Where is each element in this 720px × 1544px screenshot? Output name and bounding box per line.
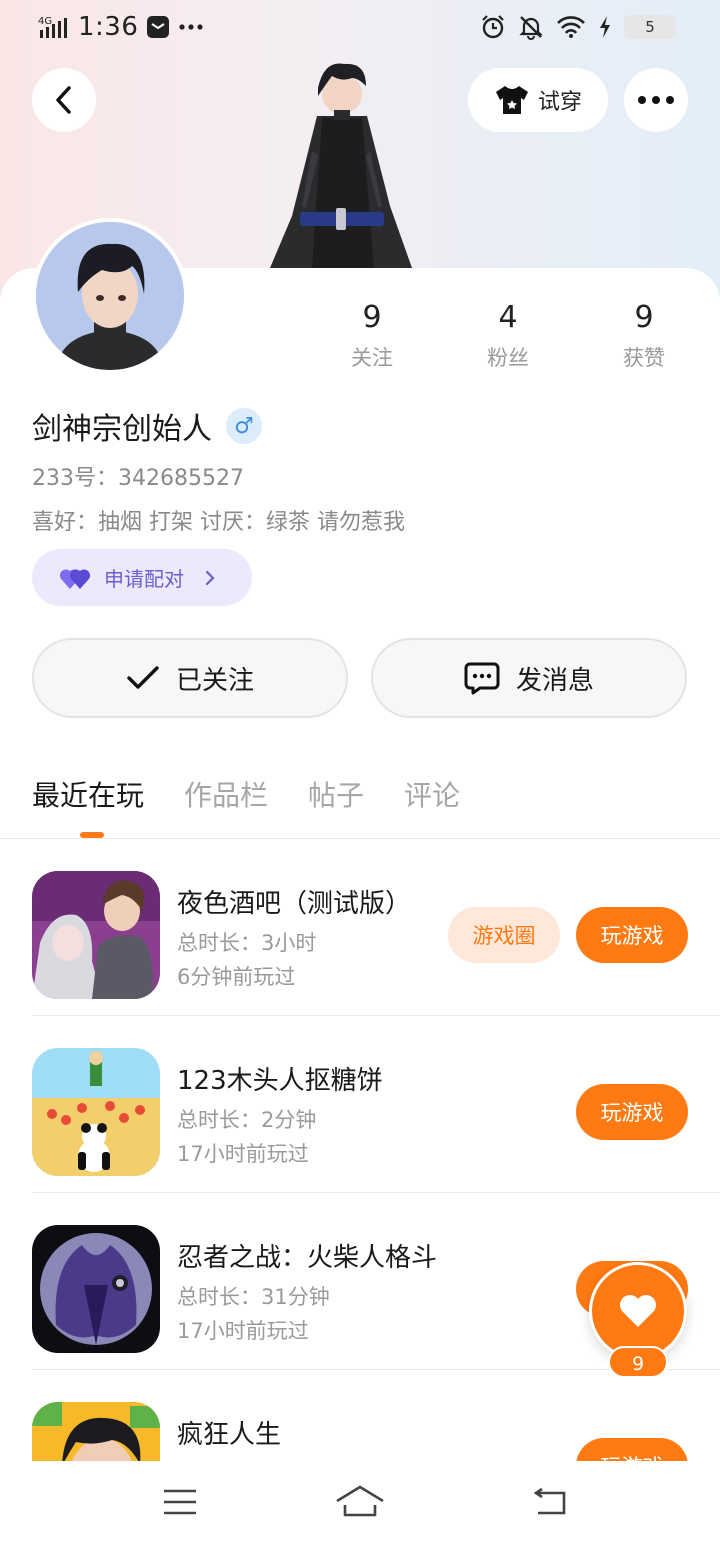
battery-indicator: 5 <box>624 15 676 39</box>
try-on-label: 试穿 <box>537 90 582 115</box>
game-title: 123木头人抠糖饼 <box>177 1066 383 1096</box>
play-game-button[interactable]: 玩游戏 <box>576 1438 688 1461</box>
game-duration: 总时长：31分钟 <box>177 1285 330 1309</box>
stat-value: 9 <box>634 300 654 335</box>
home-nav-button[interactable] <box>330 1479 390 1525</box>
back-button[interactable] <box>32 68 96 132</box>
game-row[interactable]: 夜色酒吧（测试版） 总时长：3小时 6分钟前玩过 游戏圈 玩游戏 <box>0 839 720 1016</box>
game-icon <box>32 1225 160 1353</box>
bell-off-icon <box>519 16 543 40</box>
stat-label: 获赞 <box>623 346 665 370</box>
game-circle-button[interactable]: 游戏圈 <box>448 907 560 963</box>
try-on-button[interactable]: 试穿 <box>468 68 608 132</box>
play-game-button[interactable]: 玩游戏 <box>576 1084 688 1140</box>
tab-comments[interactable]: 评论 <box>404 772 460 820</box>
game-title: 夜色酒吧（测试版） <box>177 889 412 919</box>
hobbies-text: 喜好：抽烟 打架 讨厌：绿茶 请勿惹我 <box>32 510 405 535</box>
username: 剑神宗创始人 <box>32 412 212 447</box>
male-gender-icon: ♂ <box>226 408 262 444</box>
game-icon <box>32 1402 160 1461</box>
send-message-label: 发消息 <box>515 665 594 696</box>
user-id: 233号：342685527 <box>32 466 244 491</box>
like-count-badge: 9 <box>608 1346 668 1378</box>
system-navigation-bar <box>0 1461 720 1544</box>
heart-icon <box>620 1295 656 1327</box>
tshirt-icon <box>495 86 528 114</box>
home-icon <box>336 1485 384 1517</box>
return-nav-button[interactable] <box>520 1479 580 1525</box>
followed-label: 已关注 <box>175 665 254 696</box>
menu-nav-button[interactable] <box>150 1479 210 1525</box>
profile-tabs: 最近在玩 作品栏 帖子 评论 <box>32 772 460 838</box>
play-game-button[interactable]: 玩游戏 <box>576 907 688 963</box>
stat-label: 关注 <box>351 346 393 370</box>
tab-recently-played[interactable]: 最近在玩 <box>32 772 144 820</box>
alarm-icon <box>482 15 504 39</box>
more-dots-icon <box>638 96 674 104</box>
game-icon <box>32 871 160 999</box>
game-last-played: 17小时前玩过 <box>177 1319 309 1343</box>
tab-posts[interactable]: 帖子 <box>308 772 364 820</box>
signal-icon: 4G <box>38 16 67 38</box>
avatar-full-body-figure <box>270 63 412 268</box>
game-last-played: 17小时前玩过 <box>177 1142 309 1166</box>
charging-icon <box>600 16 610 38</box>
game-title: 疯狂人生 <box>177 1420 282 1450</box>
chevron-right-icon <box>205 570 215 585</box>
request-pair-button[interactable]: 申请配对 <box>32 549 252 606</box>
stat-likes[interactable]: 9 获赞 <box>576 298 712 372</box>
game-duration: 总时长：2分钟 <box>177 1108 317 1132</box>
game-icon <box>32 1048 160 1176</box>
name-row: 剑神宗创始人 ♂ <box>32 404 262 448</box>
message-notification-icon <box>147 16 170 38</box>
stat-fans[interactable]: 4 粉丝 <box>440 298 576 372</box>
wifi-icon <box>557 16 585 38</box>
tab-works[interactable]: 作品栏 <box>184 772 268 820</box>
avatar[interactable] <box>32 218 188 374</box>
stat-following[interactable]: 9 关注 <box>304 298 440 372</box>
game-last-played: 6分钟前玩过 <box>177 965 296 989</box>
more-dots-icon <box>179 24 203 30</box>
game-row[interactable]: 123木头人抠糖饼 总时长：2分钟 17小时前玩过 玩游戏 <box>0 1016 720 1193</box>
checkmark-icon <box>127 666 159 689</box>
svg-text:4G: 4G <box>38 16 52 27</box>
followed-button[interactable]: 已关注 <box>32 638 348 718</box>
profile-stats: 9 关注 4 粉丝 9 获赞 <box>304 298 712 372</box>
heart-icon <box>60 568 91 589</box>
request-pair-label: 申请配对 <box>104 567 184 591</box>
avatar-portrait <box>36 222 184 370</box>
send-message-button[interactable]: 发消息 <box>371 638 687 718</box>
status-bar: 4G 1:36 5 <box>0 0 720 56</box>
return-icon <box>533 1487 566 1515</box>
game-row[interactable]: 疯狂人生 玩游戏 <box>0 1370 720 1461</box>
chat-bubble-icon <box>464 662 500 695</box>
stat-value: 4 <box>498 300 518 335</box>
more-options-button[interactable] <box>624 68 688 132</box>
menu-icon <box>164 1489 196 1515</box>
game-duration: 总时长：3小时 <box>177 931 317 955</box>
back-arrow-icon <box>56 86 71 114</box>
stat-value: 9 <box>362 300 382 335</box>
game-title: 忍者之战：火柴人格斗 <box>177 1243 438 1273</box>
status-time: 1:36 <box>78 12 139 42</box>
stat-label: 粉丝 <box>487 346 529 370</box>
